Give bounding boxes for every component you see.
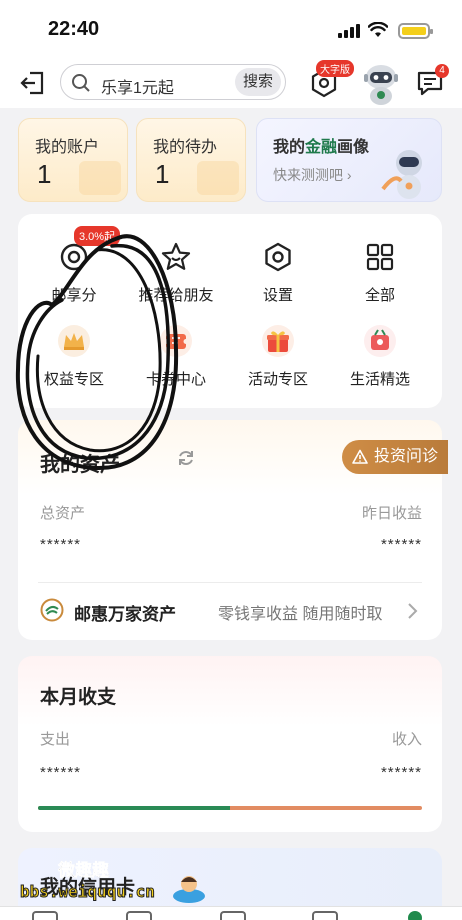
monthly-income-expense-title: 本月收支	[40, 687, 117, 708]
menu-label: 设置	[262, 287, 293, 304]
total-assets-value[interactable]: ******	[40, 536, 81, 553]
yesterday-earnings-label: 昨日收益	[361, 505, 422, 522]
income-expense-ratio-bar	[38, 806, 422, 810]
message-count-badge: 4	[435, 64, 449, 78]
yesterday-earnings-value[interactable]: ******	[381, 536, 422, 553]
financial-profile-title: 我的金融画像	[273, 139, 370, 156]
menu-label: 卡券中心	[145, 371, 206, 388]
warning-triangle-icon	[352, 449, 368, 464]
search-placeholder: 乐享1元起	[101, 80, 174, 97]
big-font-badge: 大字版	[316, 60, 354, 77]
crown-icon	[58, 325, 90, 357]
refresh-icon[interactable]	[176, 448, 196, 468]
divider	[38, 582, 422, 583]
menu-label: 全部	[364, 287, 395, 304]
total-assets-label: 总资产	[40, 505, 86, 522]
youhui-asset-title: 邮惠万家资产	[74, 605, 176, 624]
youhui-asset-row[interactable]: 邮惠万家资产 零钱享收益 随用随时取	[18, 592, 442, 632]
menu-item-all[interactable]: 全部	[332, 240, 428, 305]
wifi-icon	[368, 22, 388, 37]
income-value[interactable]: ******	[381, 764, 422, 781]
my-account-title: 我的账户	[35, 139, 100, 156]
expense-label: 支出	[40, 731, 71, 748]
battery-icon	[398, 23, 433, 39]
menu-label: 推荐给朋友	[138, 287, 214, 304]
my-assets-panel: 我的资产 投资问诊 总资产 昨日收益 ****** ****** 邮惠万家资产 …	[18, 420, 448, 640]
investment-consult-button[interactable]: 投资问诊	[342, 440, 448, 474]
my-account-count: 1	[37, 159, 52, 189]
menu-item-refer-friend[interactable]: 推荐给朋友	[128, 240, 224, 305]
wallet-illustration-icon	[79, 161, 121, 195]
tab-home-icon[interactable]	[32, 911, 58, 920]
top-header: 乐享1元起 搜索 大字版 4	[0, 58, 462, 108]
my-todo-title: 我的待办	[153, 139, 218, 156]
menu-label: 活动专区	[247, 371, 308, 388]
menu-label: 权益专区	[43, 371, 104, 388]
exit-icon[interactable]	[18, 68, 48, 98]
financial-profile-card[interactable]: 我的金融画像 快来测测吧 ›	[256, 118, 442, 202]
menu-label: 生活精选	[349, 371, 410, 388]
menu-label: 邮享分	[51, 287, 97, 304]
tab-wealth-icon[interactable]	[126, 911, 152, 920]
robot-assistant-avatar[interactable]	[358, 60, 404, 106]
coupon-icon	[160, 325, 192, 357]
site-watermark: 微趣趣 bbs.weiququ.cn	[20, 856, 205, 912]
expense-value[interactable]: ******	[40, 764, 81, 781]
search-button[interactable]: 搜索	[235, 68, 281, 96]
status-time: 22:40	[48, 18, 100, 40]
cellular-signal-icon	[338, 24, 362, 38]
tab-service-icon[interactable]	[312, 911, 338, 920]
status-bar: 22:40	[0, 0, 462, 58]
menu-item-settings[interactable]: 设置	[230, 240, 326, 305]
tab-life-icon[interactable]	[220, 911, 246, 920]
grid-icon	[366, 243, 394, 271]
my-todo-count: 1	[155, 159, 170, 189]
search-input[interactable]: 乐享1元起 搜索	[60, 64, 286, 100]
my-todo-card[interactable]: 我的待办 1	[136, 118, 246, 202]
youhui-asset-subtitle: 零钱享收益 随用随时取	[218, 606, 383, 623]
expense-share-fill	[38, 806, 230, 810]
income-label: 收入	[391, 731, 422, 748]
menu-item-activities[interactable]: 活动专区	[230, 324, 326, 389]
menu-item-life-picks[interactable]: 生活精选	[332, 324, 428, 389]
rate-badge: 3.0%起	[74, 226, 121, 246]
my-account-card[interactable]: 我的账户 1	[18, 118, 128, 202]
my-assets-title: 我的资产	[40, 454, 120, 476]
swimming-mascot-icon	[173, 876, 205, 903]
investment-consult-label: 投资问诊	[374, 448, 439, 465]
astronaut-robot-icon	[381, 150, 422, 199]
life-icon	[364, 325, 396, 357]
bell-illustration-icon	[197, 161, 239, 195]
financial-profile-subtitle: 快来测测吧 ›	[273, 167, 352, 183]
watermark-top-text: 微趣趣	[58, 861, 110, 881]
star-icon	[161, 242, 191, 270]
monthly-income-expense-panel: 本月收支 支出 收入 ****** ******	[18, 656, 442, 832]
search-icon	[72, 74, 90, 92]
watermark-url-text: bbs.weiququ.cn	[20, 882, 156, 902]
settings-icon	[265, 242, 291, 272]
menu-item-coupons[interactable]: 卡券中心	[128, 324, 224, 389]
shortcut-menu-panel: 3.0%起 邮享分 推荐给朋友 设置 全部 权益专区 卡券中心 活动专区 生活精…	[18, 214, 442, 408]
chevron-right-icon	[408, 603, 418, 619]
postal-bank-logo-icon	[40, 598, 64, 622]
gift-icon	[262, 325, 294, 357]
menu-item-points[interactable]: 邮享分	[26, 240, 122, 305]
menu-item-benefits[interactable]: 权益专区	[26, 324, 122, 389]
tab-mine-icon[interactable]	[408, 911, 422, 920]
